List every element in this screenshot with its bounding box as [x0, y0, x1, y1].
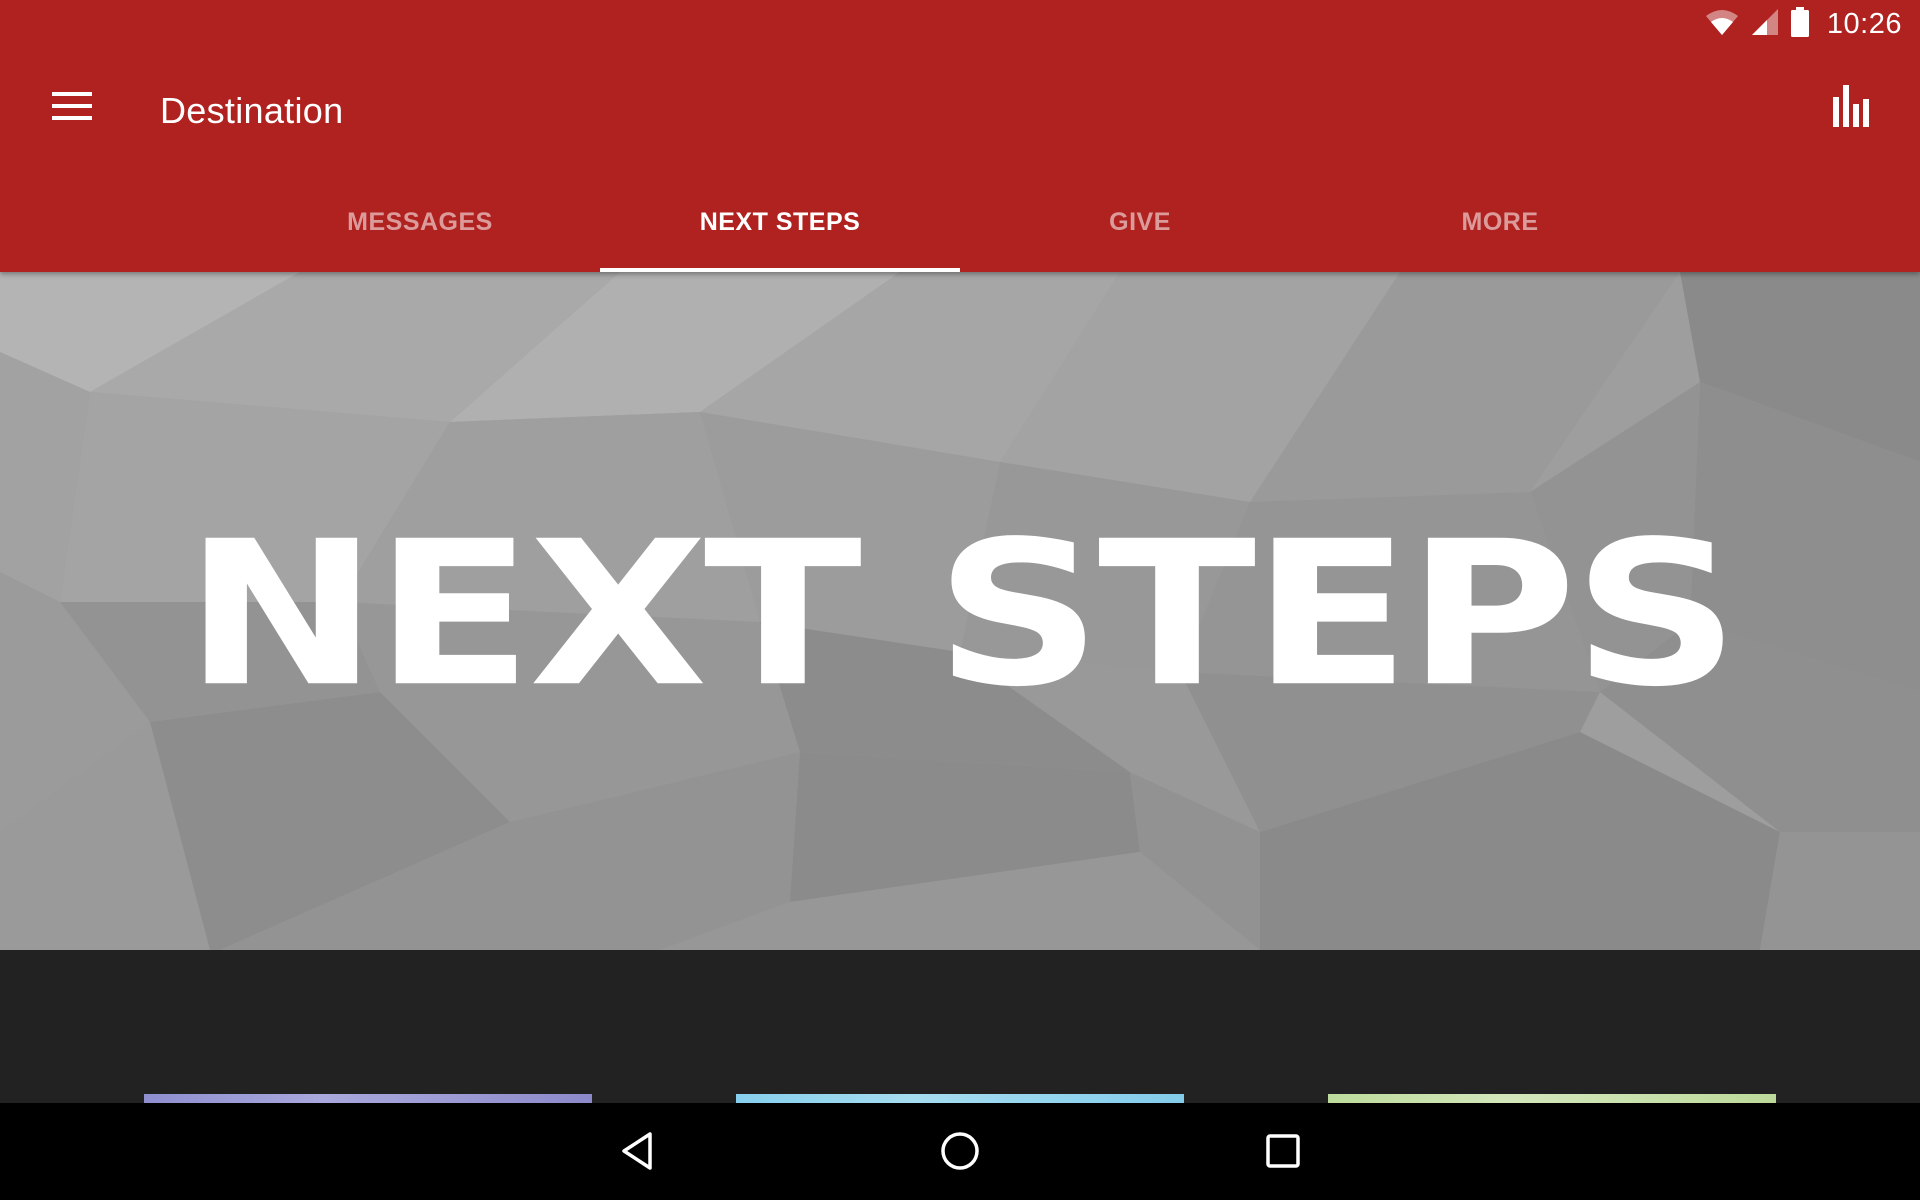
battery-icon — [1790, 6, 1809, 42]
navigation-bar — [0, 1103, 1920, 1200]
tab-next-steps[interactable]: NEXT STEPS — [600, 176, 960, 272]
home-icon — [940, 1131, 980, 1176]
app-bar: 10:26 Destination MESSAGES NEXT STEPS GI… — [0, 0, 1920, 272]
app-title: Destination — [160, 90, 344, 131]
hero-title: NEXT STEPS — [184, 498, 1740, 731]
menu-button[interactable] — [40, 76, 104, 140]
toolbar: Destination — [0, 48, 1920, 176]
tab-give[interactable]: GIVE — [960, 176, 1320, 272]
wifi-icon — [1705, 8, 1739, 41]
tab-messages[interactable]: MESSAGES — [240, 176, 600, 272]
status-time: 10:26 — [1826, 7, 1902, 40]
recents-button[interactable] — [1243, 1121, 1323, 1185]
content-area — [0, 950, 1920, 1114]
tab-bar: MESSAGES NEXT STEPS GIVE MORE — [240, 176, 1680, 272]
home-button[interactable] — [920, 1121, 1000, 1185]
status-bar: 10:26 — [0, 0, 1920, 48]
cell-signal-icon — [1751, 8, 1779, 41]
status-icons: 10:26 — [1705, 6, 1902, 42]
stats-button[interactable] — [1820, 76, 1884, 140]
hero-banner: NEXT STEPS — [0, 272, 1920, 950]
recents-icon — [1265, 1133, 1301, 1174]
tab-more[interactable]: MORE — [1320, 176, 1680, 272]
back-icon — [620, 1131, 654, 1176]
back-button[interactable] — [597, 1121, 677, 1185]
hamburger-menu-icon — [52, 91, 92, 126]
bar-chart-icon — [1833, 84, 1871, 132]
